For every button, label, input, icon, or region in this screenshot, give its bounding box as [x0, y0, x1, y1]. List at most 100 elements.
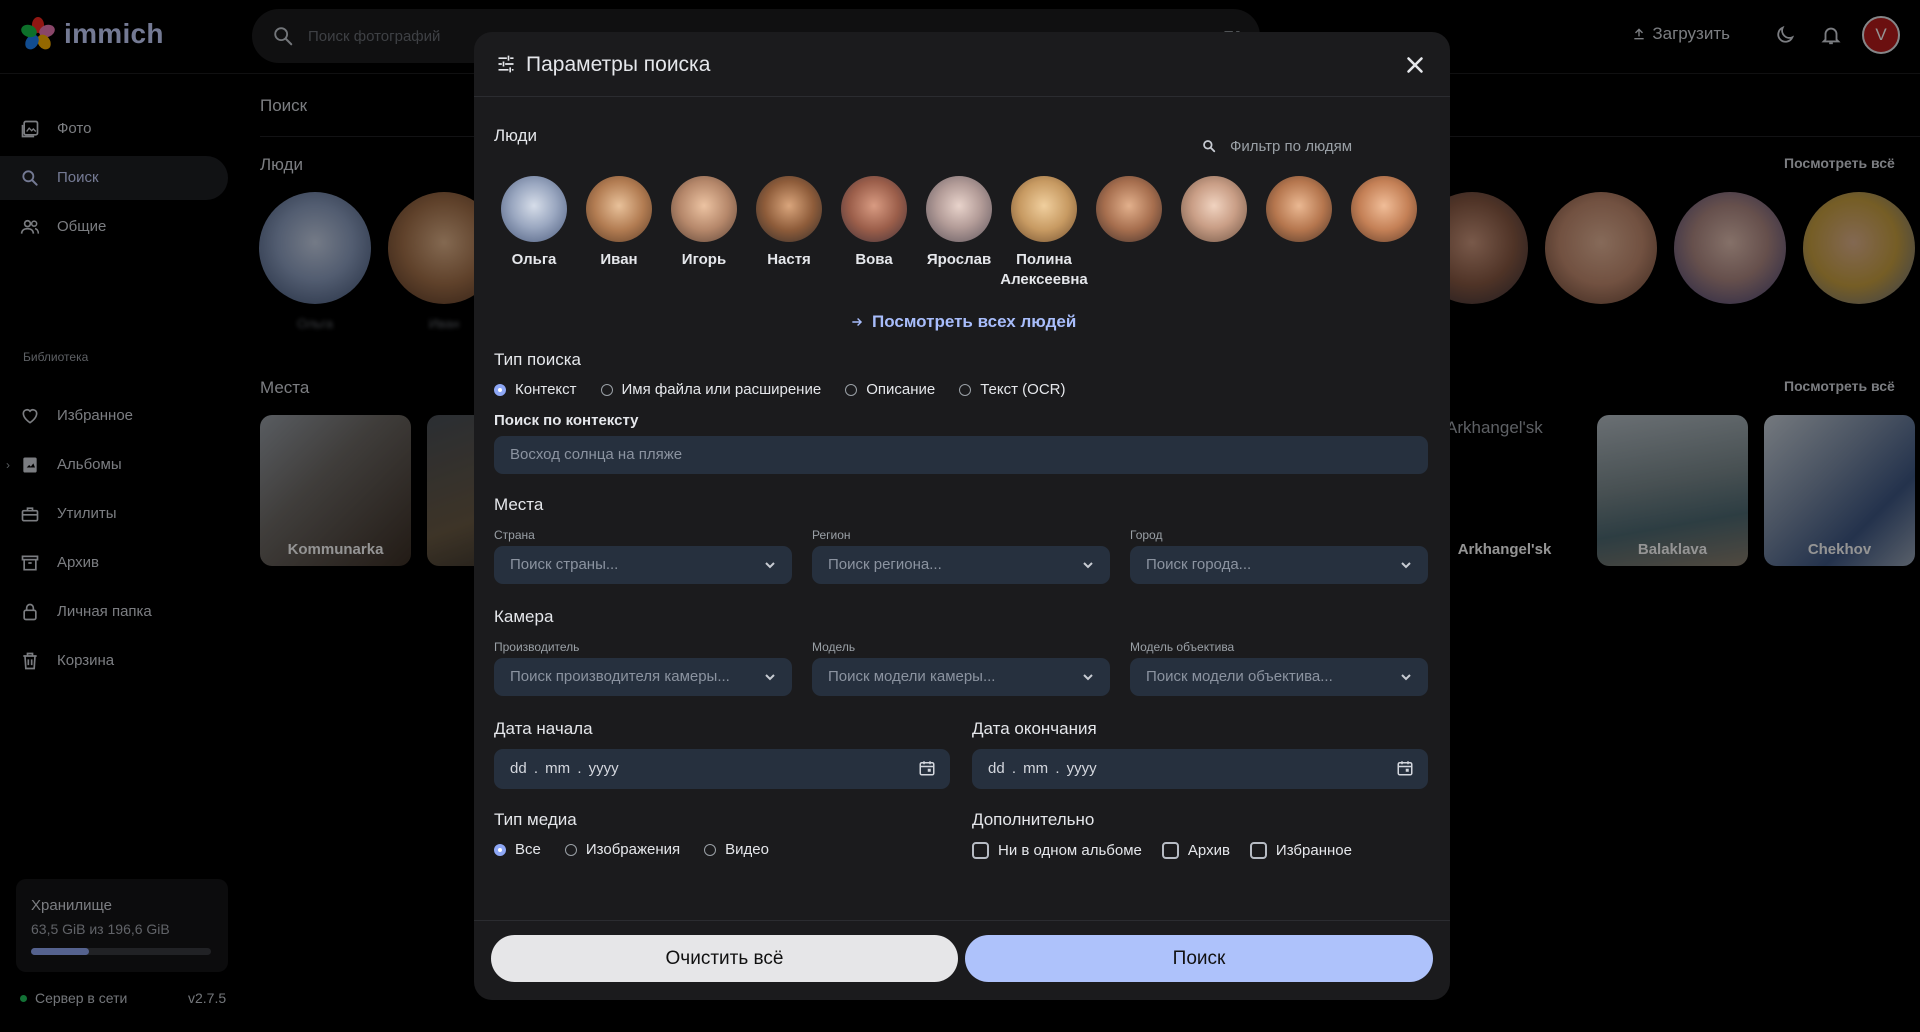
person-avatar: [841, 176, 907, 242]
favorites-checkbox[interactable]: Избранное: [1249, 842, 1352, 859]
chevron-down-icon: [1083, 562, 1093, 569]
search-type-context-radio[interactable]: Контекст: [494, 381, 577, 398]
camera-model-label: Модель: [812, 640, 856, 654]
see-all-people-link[interactable]: Посмотреть всех людей: [850, 312, 1076, 332]
country-select[interactable]: Поиск страны...: [494, 546, 792, 584]
search-type-title: Тип поиска: [494, 350, 581, 369]
modal-title: Параметры поиска: [526, 53, 711, 76]
media-type-title: Тип медиа: [494, 810, 577, 829]
person-avatar: [1266, 176, 1332, 242]
media-type-radio-group: Все Изображения Видео: [494, 841, 793, 858]
person-option[interactable]: [1336, 176, 1432, 250]
person-option[interactable]: [1081, 176, 1177, 250]
start-date-title: Дата начала: [494, 719, 593, 738]
search-type-radio-group: Контекст Имя файла или расширение Описан…: [494, 381, 1090, 398]
end-date-format: dd . mm . yyyy: [988, 760, 1097, 777]
chevron-down-icon: [1401, 562, 1411, 569]
search-icon: [1203, 140, 1216, 153]
calendar-icon[interactable]: [918, 759, 936, 777]
person-option[interactable]: Вова: [826, 176, 922, 270]
people-filter-input[interactable]: Фильтр по людям: [1188, 130, 1424, 162]
media-type-all-radio[interactable]: Все: [494, 841, 541, 858]
start-date-input[interactable]: dd . mm . yyyy: [494, 749, 950, 789]
search-type-filename-radio[interactable]: Имя файла или расширение: [600, 381, 821, 398]
person-avatar: [671, 176, 737, 242]
person-option[interactable]: Полина Алексеевна: [996, 176, 1092, 290]
additional-title: Дополнительно: [972, 810, 1095, 829]
person-avatar: [756, 176, 822, 242]
person-avatar: [1181, 176, 1247, 242]
city-select[interactable]: Поиск города...: [1130, 546, 1428, 584]
person-option[interactable]: Иван: [571, 176, 667, 270]
lens-model-select[interactable]: Поиск модели объектива...: [1130, 658, 1428, 696]
close-icon[interactable]: [1402, 52, 1428, 78]
person-option[interactable]: Игорь: [656, 176, 752, 270]
checkbox-empty-icon: [1161, 842, 1179, 859]
radio-selected-icon: [494, 383, 506, 396]
camera-model-placeholder: Поиск модели камеры...: [828, 668, 996, 685]
modal-header: Параметры поиска: [474, 32, 1450, 97]
search-type-description-radio[interactable]: Описание: [845, 381, 935, 398]
camera-section-title: Камера: [494, 607, 554, 626]
checkbox-empty-icon: [972, 842, 989, 859]
country-placeholder: Поиск страны...: [510, 556, 619, 573]
radio-empty-icon: [845, 383, 858, 396]
person-name: Вова: [855, 251, 893, 268]
people-section-title: Люди: [494, 126, 537, 145]
end-date-title: Дата окончания: [972, 719, 1097, 738]
arrow-right-icon: [852, 318, 863, 326]
search-button[interactable]: Поиск: [965, 935, 1433, 982]
person-avatar: [586, 176, 652, 242]
chevron-down-icon: [765, 674, 775, 681]
person-option[interactable]: Ольга: [486, 176, 582, 270]
region-label: Регион: [812, 528, 851, 542]
person-avatar: [1351, 176, 1417, 242]
not-in-album-checkbox[interactable]: Ни в одном альбоме: [972, 842, 1142, 859]
radio-empty-icon: [959, 383, 972, 396]
person-option[interactable]: [1251, 176, 1347, 250]
search-type-ocr-radio[interactable]: Текст (OCR): [959, 381, 1066, 398]
region-placeholder: Поиск региона...: [828, 556, 942, 573]
tune-icon: [498, 55, 514, 73]
chevron-down-icon: [1083, 674, 1093, 681]
person-option[interactable]: [1166, 176, 1262, 250]
end-date-input[interactable]: dd . mm . yyyy: [972, 749, 1428, 789]
people-filter-placeholder: Фильтр по людям: [1230, 138, 1353, 155]
lens-model-label: Модель объектива: [1130, 640, 1235, 654]
city-label: Город: [1130, 528, 1163, 542]
calendar-icon[interactable]: [1396, 759, 1414, 777]
radio-empty-icon: [564, 843, 577, 856]
person-option[interactable]: Ярослав: [911, 176, 1007, 270]
chevron-down-icon: [765, 562, 775, 569]
camera-make-select[interactable]: Поиск производителя камеры...: [494, 658, 792, 696]
media-type-video-radio[interactable]: Видео: [704, 841, 769, 858]
person-avatar: [1011, 176, 1077, 242]
person-name: Иван: [600, 251, 638, 268]
additional-checkbox-group: Ни в одном альбоме Архив Избранное: [972, 842, 1372, 859]
media-type-images-radio[interactable]: Изображения: [564, 841, 680, 858]
context-search-input[interactable]: Восход солнца на пляже: [494, 436, 1428, 474]
places-section-title: Места: [494, 495, 544, 514]
person-name: Игорь: [681, 251, 727, 268]
context-search-placeholder: Восход солнца на пляже: [510, 446, 683, 463]
radio-empty-icon: [704, 843, 717, 856]
camera-make-placeholder: Поиск производителя камеры...: [510, 668, 730, 685]
radio-empty-icon: [600, 383, 613, 396]
camera-make-label: Производитель: [494, 640, 580, 654]
country-label: Страна: [494, 528, 535, 542]
region-select[interactable]: Поиск региона...: [812, 546, 1110, 584]
archive-checkbox[interactable]: Архив: [1161, 842, 1230, 859]
person-name: Ярослав: [926, 251, 992, 268]
person-name: Полина Алексеевна: [1000, 251, 1088, 288]
chevron-down-icon: [1401, 674, 1411, 681]
lens-model-placeholder: Поиск модели объектива...: [1146, 668, 1333, 685]
search-options-modal: Параметры поиска Люди Фильтр по людям Ол…: [474, 32, 1450, 1000]
context-search-label: Поиск по контексту: [494, 412, 639, 429]
camera-model-select[interactable]: Поиск модели камеры...: [812, 658, 1110, 696]
clear-all-button[interactable]: Очистить всё: [491, 935, 958, 982]
person-name: Ольга: [511, 251, 557, 268]
person-option[interactable]: Настя: [741, 176, 837, 270]
radio-selected-icon: [494, 843, 506, 856]
city-placeholder: Поиск города...: [1146, 556, 1252, 573]
person-avatar: [501, 176, 567, 242]
